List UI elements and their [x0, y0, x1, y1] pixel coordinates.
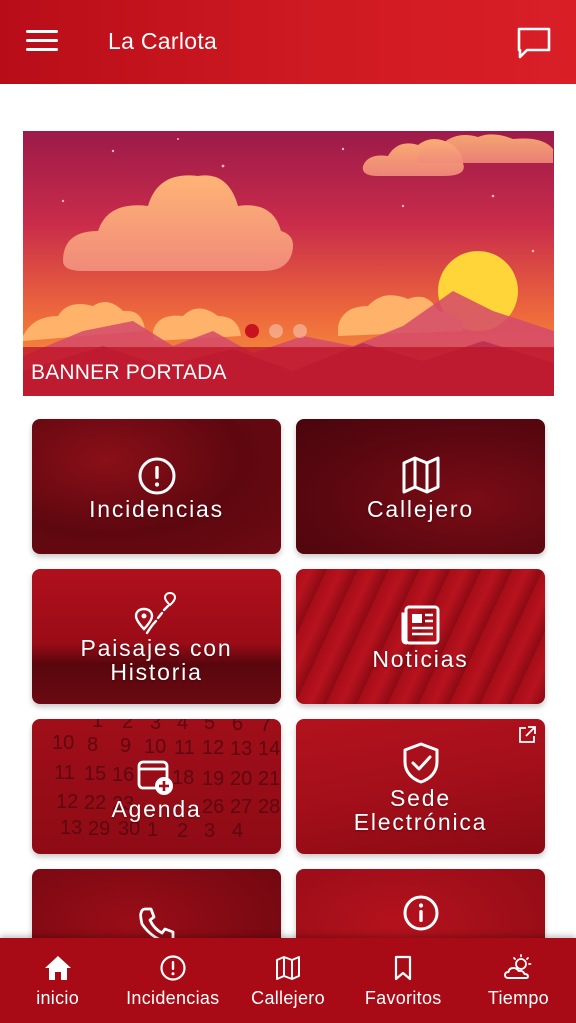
svg-text:14: 14	[258, 738, 280, 760]
home-icon	[44, 956, 71, 980]
nav-item-callejero[interactable]: Callejero	[230, 938, 345, 1023]
external-link-icon	[519, 726, 536, 743]
map-icon	[276, 956, 300, 980]
carousel-dot-3[interactable]	[293, 324, 307, 338]
svg-text:29: 29	[88, 818, 110, 840]
svg-text:15: 15	[84, 763, 106, 785]
tile-noticias[interactable]: Noticias	[296, 569, 545, 704]
tile-paisajes-con-historia[interactable]: Paisajes con Historia	[32, 569, 281, 704]
map-icon	[402, 456, 439, 494]
route-pins-icon	[134, 591, 177, 635]
app-bar: La Carlota	[0, 0, 576, 84]
svg-text:3: 3	[150, 719, 161, 734]
svg-text:4: 4	[177, 719, 188, 734]
nav-item-favoritos[interactable]: Favoritos	[346, 938, 461, 1023]
nav-label: Tiempo	[487, 988, 549, 1008]
tile-label: Noticias	[372, 646, 469, 672]
carousel-dot-2[interactable]	[269, 324, 283, 338]
svg-text:7: 7	[260, 719, 271, 736]
svg-text:3: 3	[204, 820, 215, 842]
svg-text:2: 2	[122, 719, 133, 733]
tile-callejero[interactable]: Callejero	[296, 419, 545, 554]
newspaper-icon	[401, 605, 439, 645]
carousel-dot-1[interactable]	[245, 324, 259, 338]
tile-label: Callejero	[367, 496, 474, 522]
bookmark-icon	[395, 955, 412, 981]
svg-text:10: 10	[52, 732, 74, 754]
app-title: La Carlota	[108, 28, 218, 54]
nav-label: Incidencias	[126, 988, 220, 1008]
nav-label: Favoritos	[364, 988, 442, 1008]
svg-text:10: 10	[144, 736, 166, 758]
tile-label: Agenda	[111, 796, 202, 822]
chat-icon	[517, 27, 551, 59]
chat-button[interactable]	[516, 26, 552, 59]
svg-text:12: 12	[202, 737, 224, 759]
shield-check-icon	[403, 742, 438, 784]
weather-icon	[504, 954, 532, 979]
info-icon	[403, 895, 438, 931]
svg-text:20: 20	[230, 768, 252, 790]
menu-button[interactable]	[26, 30, 58, 54]
nav-label: Callejero	[251, 988, 325, 1008]
tile-label: Sede Electrónica	[353, 785, 488, 835]
tile-agenda[interactable]: 10 8 9 10 11 12 13 14 11 15 16 18 19 20 21 12 22 23 26 27…	[32, 719, 281, 854]
svg-text:16: 16	[112, 764, 134, 786]
nav-label: inicio	[36, 988, 80, 1008]
carousel-indicators	[245, 324, 307, 338]
svg-text:21: 21	[258, 768, 280, 790]
svg-text:1: 1	[147, 819, 158, 841]
svg-text:11: 11	[54, 762, 75, 784]
alert-circle-icon	[160, 955, 186, 981]
svg-text:19: 19	[202, 768, 224, 790]
bottom-navigation: inicio Incidencias Callejero Favoritos T…	[0, 938, 576, 1023]
hamburger-icon	[26, 30, 58, 33]
banner-carousel[interactable]: BANNER PORTADA	[23, 131, 554, 396]
tile-incidencias[interactable]: Incidencias	[32, 419, 281, 554]
nav-item-tiempo[interactable]: Tiempo	[461, 938, 576, 1023]
tile-label: Incidencias	[89, 496, 224, 522]
svg-text:11: 11	[174, 737, 195, 759]
svg-text:6: 6	[232, 719, 243, 735]
svg-text:13: 13	[230, 738, 252, 760]
alert-circle-icon	[138, 457, 175, 495]
svg-text:4: 4	[232, 820, 243, 842]
svg-text:5: 5	[204, 719, 215, 734]
svg-text:8: 8	[87, 734, 98, 756]
tile-sede-electronica[interactable]: Sede Electrónica	[296, 719, 545, 854]
calendar-add-icon	[137, 760, 173, 795]
svg-text:9: 9	[120, 735, 131, 757]
svg-text:2: 2	[177, 820, 188, 842]
nav-item-inicio[interactable]: inicio	[0, 938, 115, 1023]
svg-text:1: 1	[92, 719, 103, 732]
nav-item-incidencias[interactable]: Incidencias	[115, 938, 230, 1023]
tile-label: Paisajes con Historia	[80, 635, 233, 685]
banner-caption: BANNER PORTADA	[23, 347, 554, 396]
